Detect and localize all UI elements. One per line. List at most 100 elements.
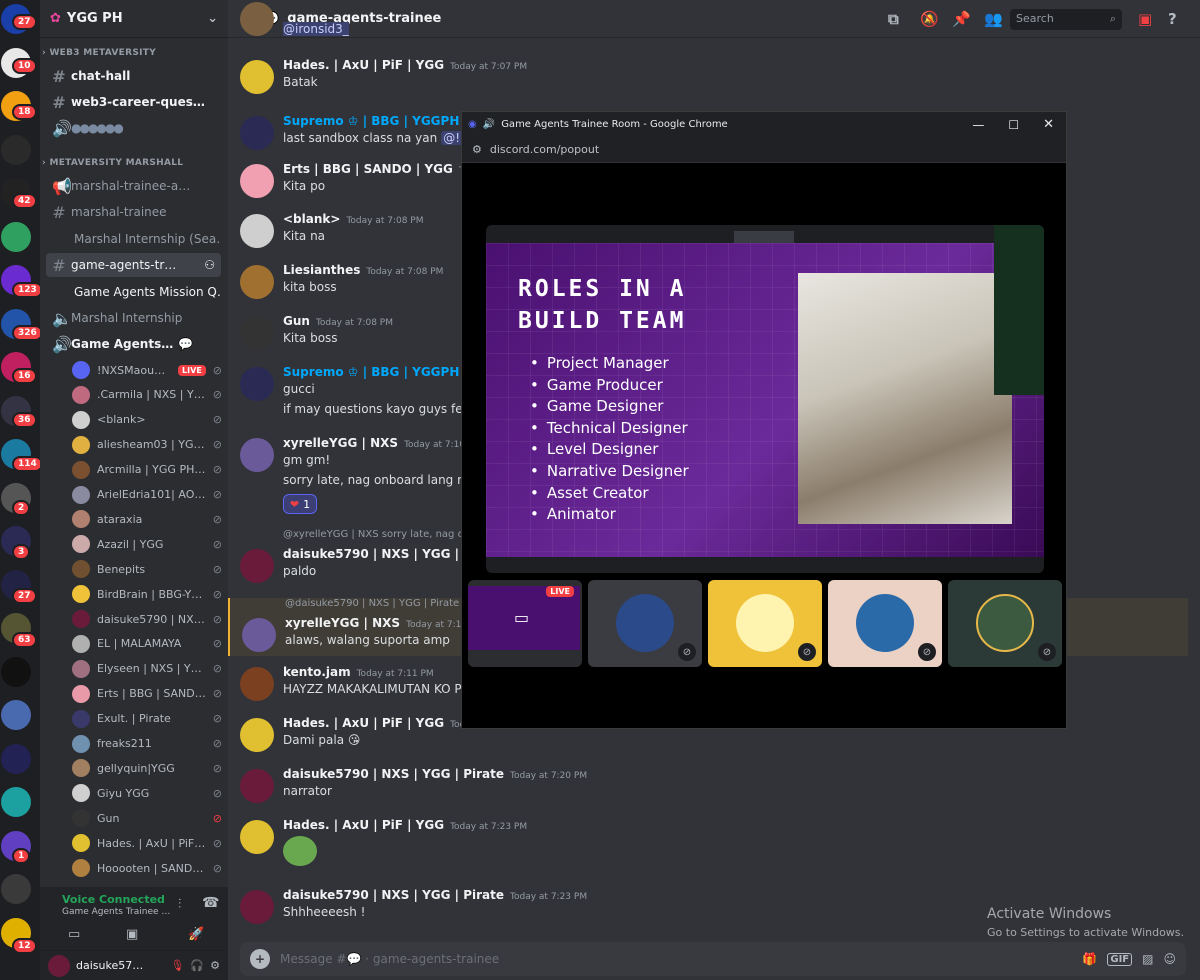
noise-suppression-icon[interactable]: ⫶ [178,897,181,912]
avatar[interactable] [240,116,274,150]
voice-user[interactable]: Benepits ⊘ [72,557,222,581]
author-name[interactable]: xyrelleYGG | NXS [283,436,398,450]
author-name[interactable]: daisuke5790 | NXS | YGG | Pirate [283,767,504,781]
server-icon[interactable] [1,656,31,687]
author-name[interactable]: xyrelleYGG | NXS [285,616,400,630]
headphones-icon[interactable]: 🎧 [190,959,204,972]
avatar[interactable] [240,438,274,472]
category-web3[interactable]: › WEB3 METAVERSITY [42,48,156,58]
voice-channel-avatars[interactable]: 🔊 ●●●●●● [46,116,221,140]
author-name[interactable]: Erts | BBG | SANDO | YGG [283,162,453,176]
reply-preview[interactable]: @daisuke5790 | NXS | YGG | Pirate [285,598,459,609]
author-name[interactable]: Hades. | AxU | PiF | YGG [283,58,444,72]
voice-user[interactable]: BirdBrain | BBG-YGG ⊘ [72,582,222,606]
voice-user[interactable]: !NXSMaouY… LIVE ⊘ [72,358,222,382]
site-settings-icon[interactable]: ⚙ [472,143,482,156]
gear-icon[interactable]: ⚙ [210,959,220,972]
disconnect-icon[interactable]: ☎ [202,895,219,911]
author-name[interactable]: Gun [283,314,310,328]
avatar[interactable] [240,890,274,924]
channel-marshal-trainee[interactable]: # marshal-trainee [46,200,221,224]
tile-participant-4[interactable]: ⊘ [948,580,1062,667]
voice-user[interactable]: ArielEdria101| AOF |… ⊘ [72,483,222,507]
author-name[interactable]: Hades. | AxU | PiF | YGG [283,716,444,730]
address-bar[interactable]: ⚙ discord.com/popout [462,137,1066,163]
voice-user[interactable]: Azazil | YGG ⊘ [72,532,222,556]
camera-off-icon[interactable]: ▭ [68,927,80,942]
server-icon[interactable] [1,700,31,730]
server-icon[interactable] [1,134,31,165]
author-name[interactable]: @ironsid3_ [283,22,349,36]
author-name[interactable]: daisuke5790 | NXS | YGG | Pirate [283,888,504,902]
voice-user[interactable]: Hooooten | SAND… ⊘ [72,856,222,880]
channel-marshal-trainee-a[interactable]: 📢 marshal-trainee-a… [46,174,221,198]
tile-screen-share[interactable]: LIVE ▭ [468,580,582,667]
username[interactable]: daisuke57… [76,959,143,972]
voice-user[interactable]: .Carmila | NXS | YGG ⊘ [72,383,222,407]
avatar[interactable] [240,60,274,94]
avatar[interactable] [240,667,274,701]
reply-preview[interactable]: @xyrelleYGG | NXS sorry late, nag o [283,529,464,540]
screen-share-icon[interactable]: ▣ [126,927,138,942]
avatar[interactable] [240,265,274,299]
message[interactable]: Hades. | AxU | PiF | YGG Today at 7:23 PM [236,818,1196,866]
category-marshall[interactable]: › METAVERSITY MARSHALL [42,158,183,168]
chat-icon[interactable]: 💬 [178,337,193,351]
author-name[interactable]: Supremo ♔ | BBG | YGGPH [283,365,459,379]
message[interactable]: @ironsid3_ [236,2,1196,62]
thread-marshal-internship[interactable]: Marshal Internship (Sea… [68,227,221,251]
voice-user[interactable]: gellyquin|YGG ⊘ [72,756,222,780]
server-icon[interactable] [1,787,31,817]
avatar[interactable] [240,316,274,350]
emoji-icon[interactable]: ☺ [1163,952,1176,966]
avatar[interactable] [240,718,274,752]
voice-user[interactable]: Erts | BBG | SANDO… ⊘ [72,682,222,706]
avatar[interactable] [240,214,274,248]
add-attachment-icon[interactable]: + [250,949,270,969]
avatar[interactable] [240,769,274,803]
voice-user[interactable]: Hades. | AxU | PiF |… ⊘ [72,831,222,855]
avatar[interactable] [240,820,274,854]
tile-participant-1[interactable]: ⊘ [588,580,702,667]
server-icon[interactable] [1,874,31,904]
close-icon[interactable]: ✕ [1043,117,1054,132]
gift-icon[interactable]: 🎁 [1082,952,1097,966]
author-name[interactable]: <blank> [283,212,340,226]
channel-chat-hall[interactable]: # chat-hall [46,64,221,88]
sticker-icon[interactable]: ▨ [1142,952,1153,966]
activity-icon[interactable]: 🚀 [188,927,204,942]
voice-user[interactable]: EL | MALAMAYA ⊘ [72,632,222,656]
stream-viewer[interactable]: ROLES IN ABUILD TEAM Project ManagerGame… [486,225,1044,573]
author-name[interactable]: Hades. | AxU | PiF | YGG [283,818,444,832]
minimize-icon[interactable]: — [972,118,984,132]
voice-user[interactable]: Gun ⊘ [72,806,222,830]
avatar[interactable] [240,549,274,583]
voice-user[interactable]: Elyseen | NXS | YGG ⊘ [72,657,222,681]
message-input[interactable]: + Message #💬 · game-agents-trainee 🎁 GIF… [240,942,1186,976]
voice-user[interactable]: Arcmilla | YGG PH … ⊘ [72,458,222,482]
voice-user[interactable]: Exult. | Pirate ⊘ [72,707,222,731]
server-header[interactable]: ✿ YGG PH ⌄ [40,0,228,38]
avatar[interactable] [242,618,276,652]
thread-game-agents-mission[interactable]: Game Agents Mission Q… [68,280,221,304]
message[interactable]: Hades. | AxU | PiF | YGG Today at 7:07 PM… [236,58,1196,98]
voice-game-agents[interactable]: 🔊 Game Agents… 💬 [46,332,221,356]
voice-user[interactable]: ataraxia ⊘ [72,507,222,531]
author-name[interactable]: Liesianthes [283,263,360,277]
voice-user[interactable]: <blank> ⊘ [72,408,222,432]
voice-marshal-internship[interactable]: 🔈 Marshal Internship [46,306,221,330]
avatar[interactable] [48,954,70,977]
tile-participant-2[interactable]: ⊘ [708,580,822,667]
avatar[interactable] [240,164,274,198]
voice-channel-name[interactable]: Game Agents Trainee … [62,907,170,917]
voice-user[interactable]: Giyu YGG ⊘ [72,781,222,805]
voice-user[interactable]: aliesheam03 | YGG … ⊘ [72,433,222,457]
tile-participant-3[interactable]: ⊘ [828,580,942,667]
avatar[interactable] [240,2,274,36]
author-name[interactable]: Supremo ♔ | BBG | YGGPH [283,114,459,128]
invite-icon[interactable]: ⚇ [204,258,215,272]
maximize-icon[interactable]: ☐ [1008,118,1019,132]
server-icon[interactable] [1,743,31,774]
avatar[interactable] [240,367,274,401]
reaction-button[interactable]: ❤ 1 [283,494,317,514]
